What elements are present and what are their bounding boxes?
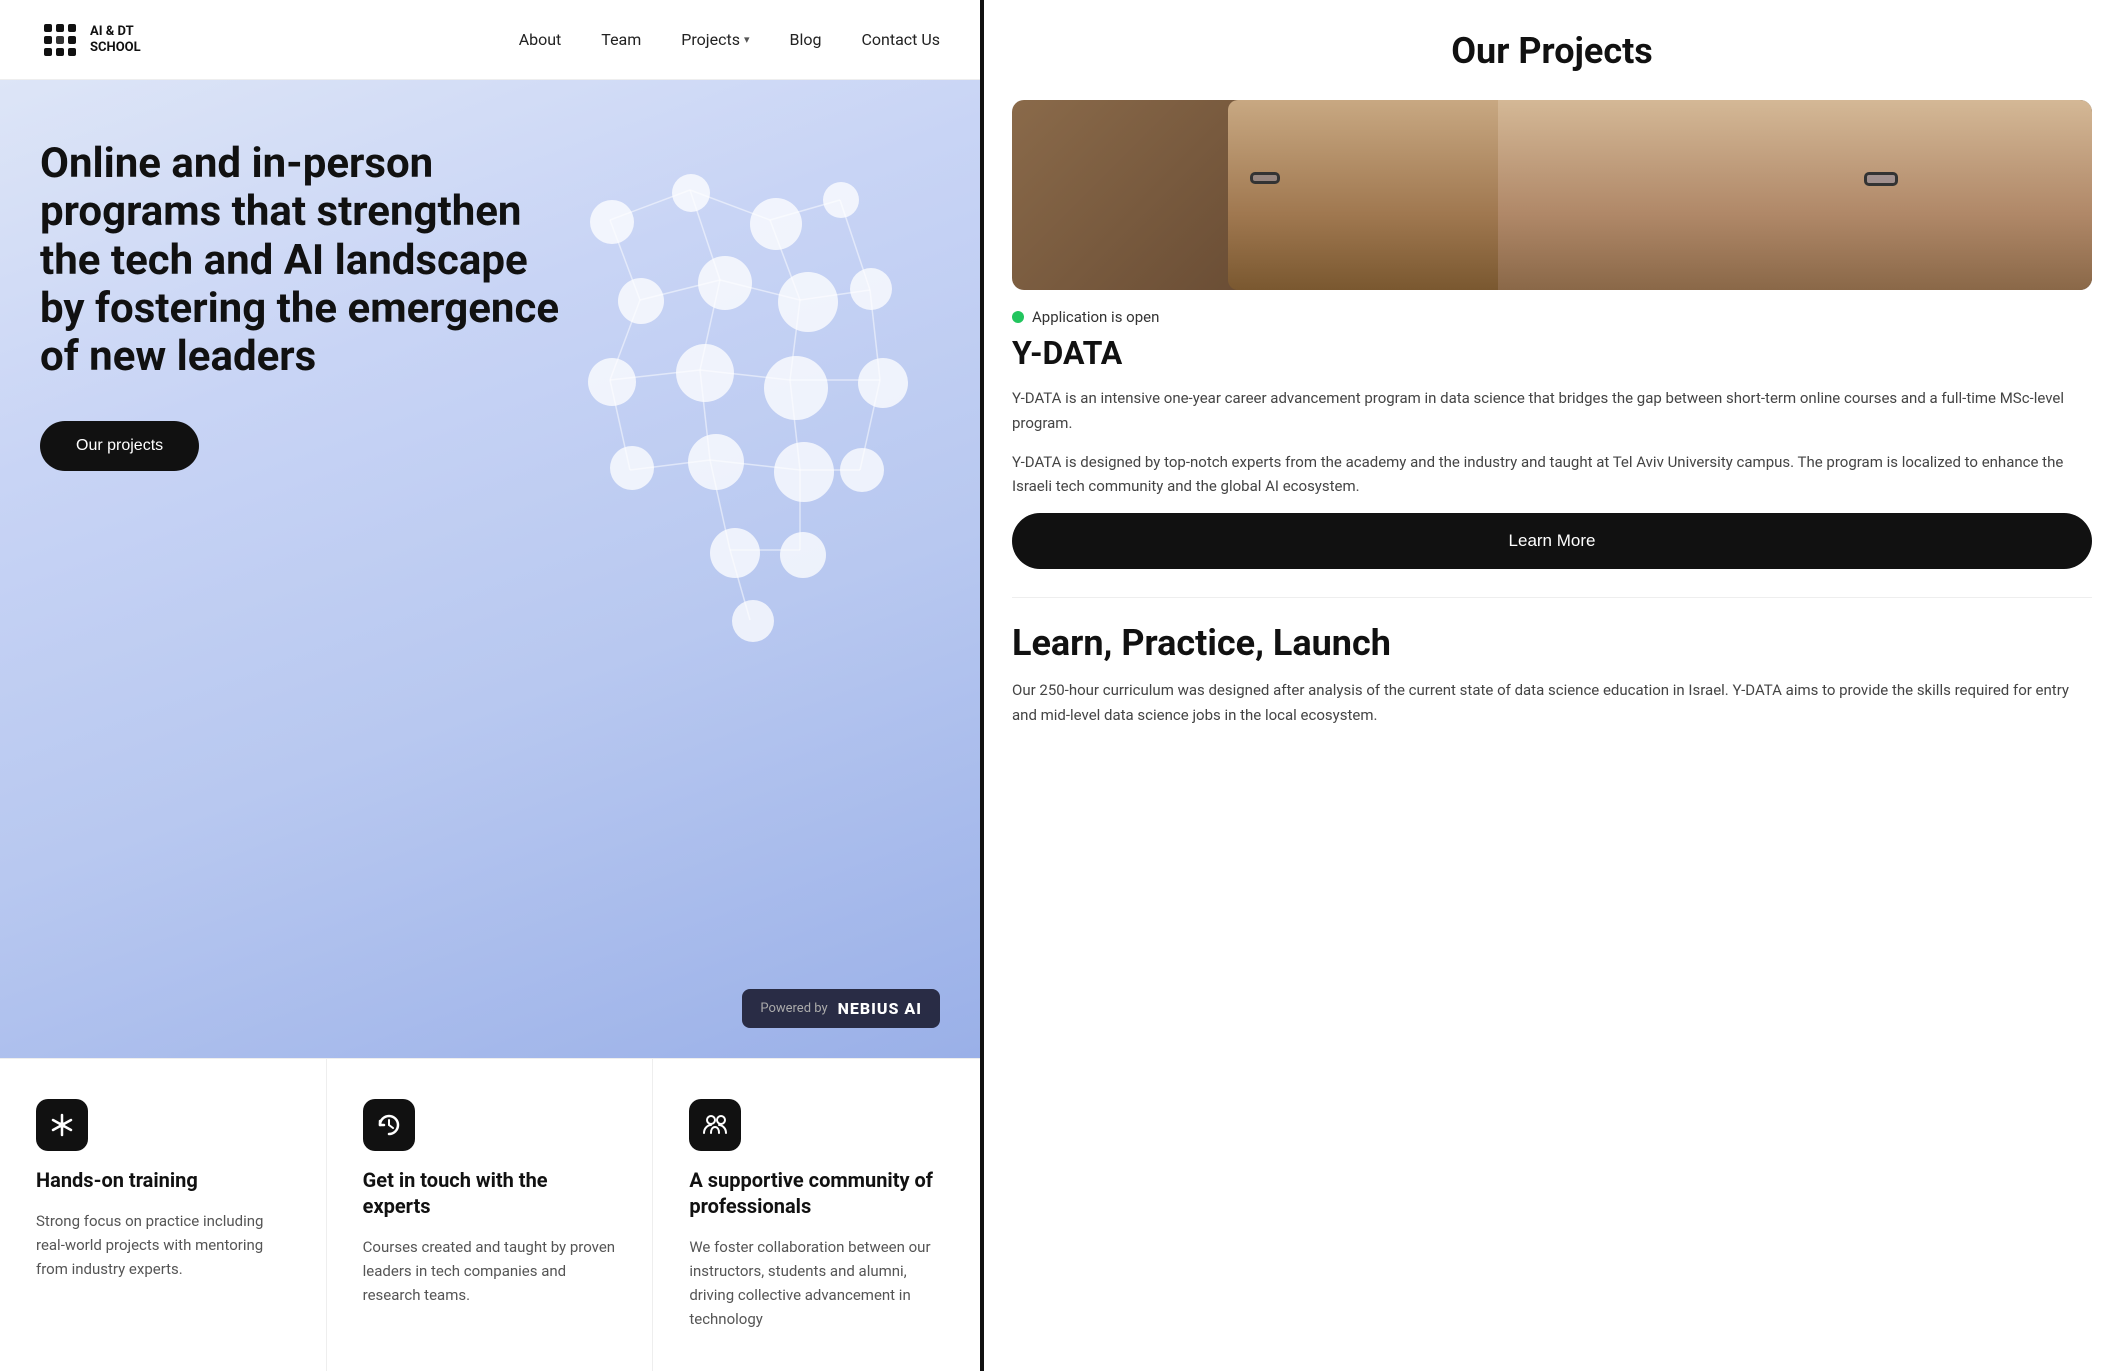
dot-7 — [778, 272, 838, 332]
status-row: Application is open — [1012, 308, 2092, 326]
logo[interactable]: AI & DT SCHOOL — [40, 20, 141, 60]
glasses-left — [1250, 172, 1280, 184]
project-desc-2: Y-DATA is designed by top-notch experts … — [1012, 450, 2092, 500]
hands-on-icon-box — [36, 1099, 88, 1151]
community-icon-box — [689, 1099, 741, 1151]
dot-14 — [688, 434, 744, 490]
sidebar-title: Our Projects — [1012, 30, 2092, 72]
dot-17 — [710, 528, 760, 578]
dot-9 — [588, 358, 636, 406]
features-section: Hands-on training Strong focus on practi… — [0, 1058, 980, 1371]
users-icon — [701, 1111, 729, 1139]
feature-title-1: Hands-on training — [36, 1167, 290, 1193]
glasses-right — [1864, 172, 1898, 186]
dot-2 — [672, 174, 710, 212]
feature-card-community: A supportive community of professionals … — [653, 1059, 980, 1371]
dot-11 — [764, 356, 828, 420]
dot-1 — [590, 200, 634, 244]
feature-desc-2: Courses created and taught by proven lea… — [363, 1235, 617, 1307]
face-right — [1498, 100, 2092, 290]
hero-section: Online and in-person programs that stren… — [0, 80, 980, 1058]
sidebar: Our Projects Application is open Y-DATA … — [980, 0, 2120, 1371]
hero-content: Online and in-person programs that stren… — [40, 140, 560, 471]
feature-title-2: Get in touch with the experts — [363, 1167, 617, 1219]
nav-projects[interactable]: Projects ▾ — [681, 30, 749, 49]
dot-4 — [823, 182, 859, 218]
feature-card-hands-on: Hands-on training Strong focus on practi… — [0, 1059, 327, 1371]
our-projects-button[interactable]: Our projects — [40, 421, 199, 471]
hero-title: Online and in-person programs that stren… — [40, 140, 560, 381]
powered-by-badge: Powered by NEBIUS AI — [742, 989, 940, 1028]
dot-8 — [850, 268, 892, 310]
nebius-brand: NEBIUS AI — [838, 999, 922, 1018]
second-section-heading: Learn, Practice, Launch — [1012, 622, 2092, 664]
asterisk-icon — [48, 1111, 76, 1139]
logo-icon — [40, 20, 80, 60]
experts-icon-box — [363, 1099, 415, 1151]
project-image — [1012, 100, 2092, 290]
project-name: Y-DATA — [1012, 334, 2092, 372]
network-visualization — [540, 160, 920, 640]
dot-13 — [610, 446, 654, 490]
sidebar-divider — [1012, 597, 2092, 598]
dot-19 — [732, 600, 774, 642]
feature-card-experts: Get in touch with the experts Courses cr… — [327, 1059, 654, 1371]
refresh-icon — [375, 1111, 403, 1139]
feature-desc-3: We foster collaboration between our inst… — [689, 1235, 944, 1331]
dot-18 — [780, 532, 826, 578]
feature-title-3: A supportive community of professionals — [689, 1167, 944, 1219]
powered-by-label: Powered by — [760, 1001, 827, 1016]
nav-blog[interactable]: Blog — [790, 30, 822, 49]
status-text: Application is open — [1032, 308, 1159, 326]
main-section: AI & DT SCHOOL About Team Projects ▾ Blo… — [0, 0, 980, 1371]
dot-16 — [840, 448, 884, 492]
feature-desc-1: Strong focus on practice including real-… — [36, 1209, 290, 1281]
second-section-desc: Our 250-hour curriculum was designed aft… — [1012, 678, 2092, 728]
nav-team[interactable]: Team — [601, 30, 641, 49]
projects-dropdown-icon: ▾ — [744, 33, 750, 46]
dot-15 — [774, 442, 834, 502]
dot-12 — [858, 358, 908, 408]
project-desc-1: Y-DATA is an intensive one-year career a… — [1012, 386, 2092, 436]
dot-6 — [698, 256, 752, 310]
project-card: Application is open Y-DATA Y-DATA is an … — [1012, 100, 2092, 569]
dot-10 — [676, 344, 734, 402]
learn-more-button[interactable]: Learn More — [1012, 513, 2092, 569]
logo-text: AI & DT SCHOOL — [90, 24, 141, 55]
navbar: AI & DT SCHOOL About Team Projects ▾ Blo… — [0, 0, 980, 80]
nav-about[interactable]: About — [519, 30, 562, 49]
dot-5 — [618, 278, 664, 324]
dot-3 — [750, 198, 802, 250]
status-indicator — [1012, 311, 1024, 323]
nav-contact[interactable]: Contact Us — [861, 30, 940, 49]
